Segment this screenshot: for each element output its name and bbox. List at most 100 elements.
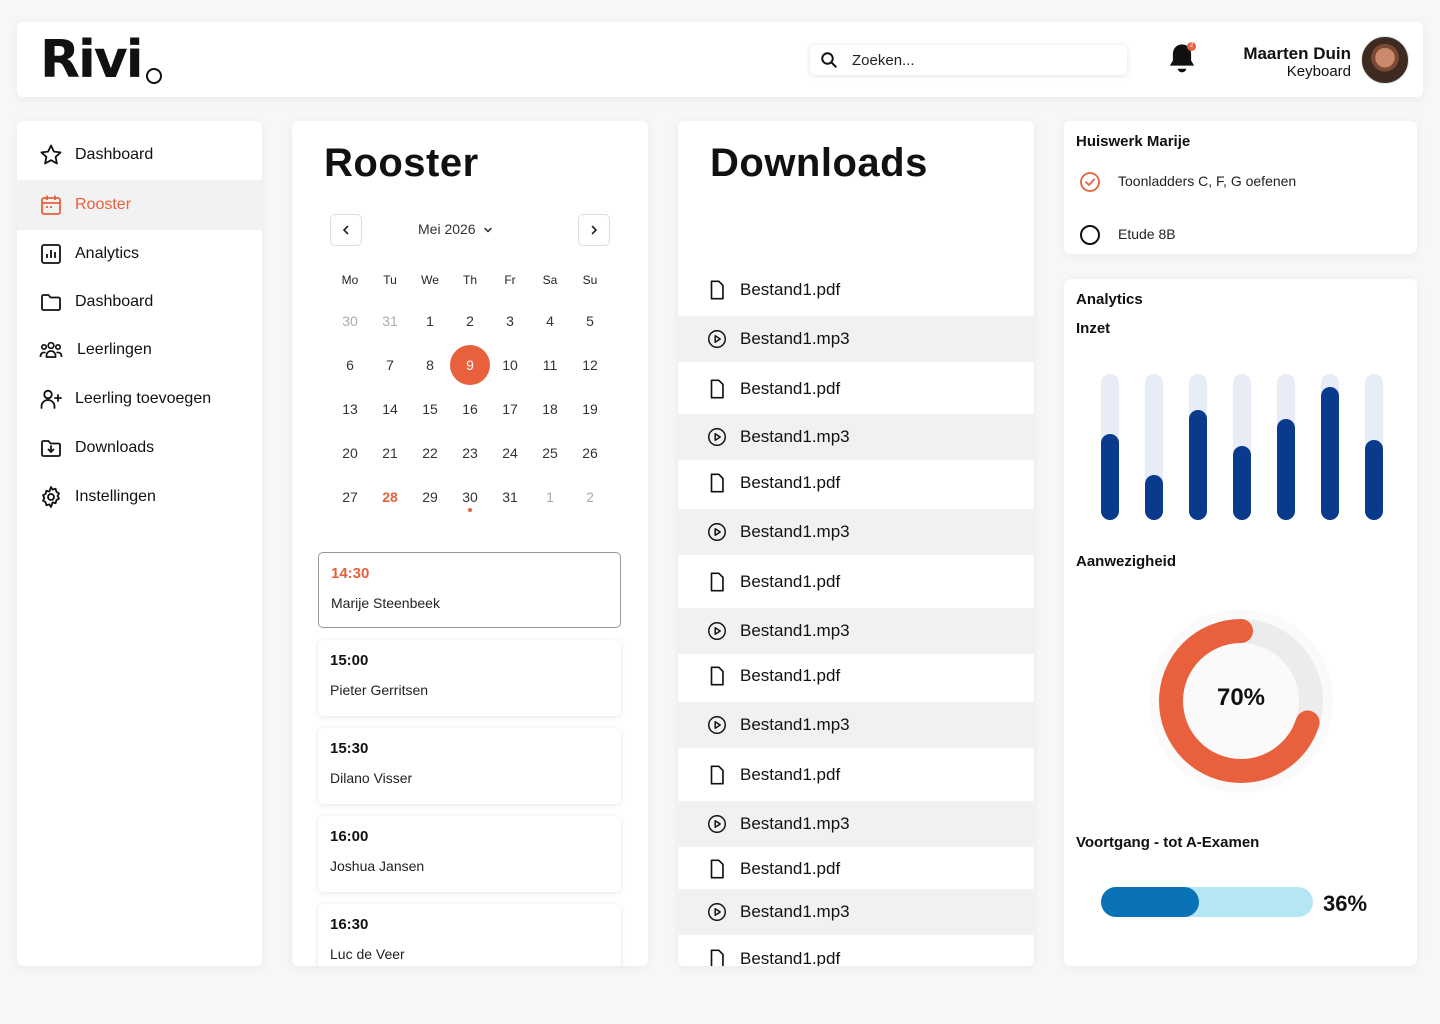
file-row[interactable]: Bestand1.mp3 xyxy=(678,414,1034,460)
file-row[interactable]: Bestand1.pdf xyxy=(678,846,1034,892)
play-circle-icon xyxy=(706,813,728,835)
file-row[interactable]: Bestand1.pdf xyxy=(678,936,1034,966)
file-row[interactable]: Bestand1.pdf xyxy=(678,267,1034,313)
file-row[interactable]: Bestand1.mp3 xyxy=(678,702,1034,748)
inzet-bar-fill xyxy=(1277,419,1295,520)
calendar-day[interactable]: 9 xyxy=(450,345,490,385)
calendar-day[interactable]: 2 xyxy=(570,477,610,517)
calendar-day[interactable]: 31 xyxy=(490,477,530,517)
file-name: Bestand1.pdf xyxy=(740,473,841,492)
progress-value: 36% xyxy=(1323,891,1368,916)
check-circle-icon[interactable] xyxy=(1078,170,1102,194)
user-name[interactable]: Maarten Duin xyxy=(1243,44,1351,64)
calendar-day[interactable]: 20 xyxy=(330,433,370,473)
calendar-day[interactable]: 8 xyxy=(410,345,450,385)
attendance-donut: 70% xyxy=(1148,608,1334,794)
task-item[interactable]: Toonladders C, F, G oefenen xyxy=(1078,168,1398,196)
calendar-day[interactable]: 2 xyxy=(450,301,490,341)
file-name: Bestand1.pdf xyxy=(740,379,841,398)
sidebar-item-instellingen[interactable]: Instellingen xyxy=(17,472,262,522)
calendar-day[interactable]: 19 xyxy=(570,389,610,429)
task-label: Toonladders C, F, G oefenen xyxy=(1118,173,1297,189)
task-item[interactable]: Etude 8B xyxy=(1078,221,1398,249)
circle-icon[interactable] xyxy=(1078,223,1102,247)
homework-panel: Huiswerk Marije Toonladders C, F, G oefe… xyxy=(1064,121,1417,254)
appointment-card[interactable]: 16:30 Luc de Veer xyxy=(318,904,621,966)
notification-bell[interactable]: 2 xyxy=(1167,42,1197,78)
calendar-day[interactable]: 28 xyxy=(370,477,410,517)
sidebar-item-dashboard[interactable]: Dashboard xyxy=(17,130,262,180)
sidebar-item-leerlingen[interactable]: Leerlingen xyxy=(17,325,262,375)
file-row[interactable]: Bestand1.mp3 xyxy=(678,801,1034,847)
calendar-day[interactable]: 30 xyxy=(330,301,370,341)
inzet-bar-fill xyxy=(1233,446,1251,520)
appointment-card[interactable]: 15:00 Pieter Gerritsen xyxy=(318,640,621,716)
chevron-down-icon xyxy=(483,228,492,233)
file-row[interactable]: Bestand1.pdf xyxy=(678,460,1034,506)
file-icon xyxy=(706,948,728,966)
file-name: Bestand1.mp3 xyxy=(740,621,850,640)
downloads-panel: Downloads Bestand1.pdf Bestand1.mp3 Bestan… xyxy=(678,121,1034,966)
calendar-day[interactable]: 6 xyxy=(330,345,370,385)
file-row[interactable]: Bestand1.pdf xyxy=(678,366,1034,412)
appointment-student: Marije Steenbeek xyxy=(331,595,440,611)
calendar-day[interactable]: 29 xyxy=(410,477,450,517)
file-icon xyxy=(706,571,728,593)
calendar-day[interactable]: 25 xyxy=(530,433,570,473)
sidebar-item-rooster[interactable]: Rooster xyxy=(17,180,262,230)
file-row[interactable]: Bestand1.mp3 xyxy=(678,608,1034,654)
calendar-day[interactable]: 26 xyxy=(570,433,610,473)
file-row[interactable]: Bestand1.pdf xyxy=(678,559,1034,605)
calendar-day[interactable]: 1 xyxy=(530,477,570,517)
file-row[interactable]: Bestand1.pdf xyxy=(678,653,1034,699)
next-month-button[interactable] xyxy=(578,214,610,246)
appointment-card[interactable]: 16:00 Joshua Jansen xyxy=(318,816,621,892)
file-row[interactable]: Bestand1.mp3 xyxy=(678,889,1034,935)
calendar-day[interactable]: 11 xyxy=(530,345,570,385)
calendar-day[interactable]: 5 xyxy=(570,301,610,341)
users-icon xyxy=(39,341,63,358)
calendar-day[interactable]: 15 xyxy=(410,389,450,429)
calendar-day[interactable]: 16 xyxy=(450,389,490,429)
calendar-day[interactable]: 17 xyxy=(490,389,530,429)
sidebar-item-dashboard-2[interactable]: Dashboard xyxy=(17,277,262,327)
calendar-day[interactable]: 4 xyxy=(530,301,570,341)
logo[interactable]: Rivi xyxy=(40,32,144,88)
weekday-label: Mo xyxy=(341,273,359,287)
file-row[interactable]: Bestand1.mp3 xyxy=(678,316,1034,362)
calendar-day[interactable]: 24 xyxy=(490,433,530,473)
calendar-day[interactable]: 7 xyxy=(370,345,410,385)
download-icon xyxy=(41,440,61,457)
sidebar-item-downloads[interactable]: Downloads xyxy=(17,423,262,473)
calendar-day[interactable]: 22 xyxy=(410,433,450,473)
file-icon xyxy=(706,858,728,880)
calendar-day[interactable]: 3 xyxy=(490,301,530,341)
calendar-day[interactable]: 14 xyxy=(370,389,410,429)
calendar-day[interactable]: 13 xyxy=(330,389,370,429)
sidebar-item-leerling-toevoegen[interactable]: Leerling toevoegen xyxy=(17,374,262,424)
appointment-card[interactable]: 14:30 Marije Steenbeek xyxy=(318,552,621,628)
search-bar[interactable] xyxy=(810,45,1127,75)
month-select[interactable]: Mei 2026 xyxy=(418,221,494,237)
weekday-label: We xyxy=(421,273,439,287)
bar-chart-icon xyxy=(41,244,61,264)
logo-dot xyxy=(146,68,162,84)
file-row[interactable]: Bestand1.mp3 xyxy=(678,509,1034,555)
calendar-day[interactable]: 31 xyxy=(370,301,410,341)
calendar-day[interactable]: 21 xyxy=(370,433,410,473)
calendar-day[interactable]: 23 xyxy=(450,433,490,473)
avatar[interactable] xyxy=(1361,36,1409,84)
search-input[interactable] xyxy=(852,45,1112,75)
calendar-day[interactable]: 12 xyxy=(570,345,610,385)
calendar-day[interactable]: 18 xyxy=(530,389,570,429)
calendar-day[interactable]: 27 xyxy=(330,477,370,517)
calendar-day[interactable]: 10 xyxy=(490,345,530,385)
sidebar-item-analytics[interactable]: Analytics xyxy=(17,229,262,279)
calendar-day[interactable]: 1 xyxy=(410,301,450,341)
file-row[interactable]: Bestand1.pdf xyxy=(678,752,1034,798)
prev-month-button[interactable] xyxy=(330,214,362,246)
sidebar-item-label: Dashboard xyxy=(75,293,154,310)
file-name: Bestand1.mp3 xyxy=(740,427,850,446)
analytics-panel: Analytics Inzet Aanwezigheid 70% Voortga… xyxy=(1064,279,1417,966)
appointment-card[interactable]: 15:30 Dilano Visser xyxy=(318,728,621,804)
